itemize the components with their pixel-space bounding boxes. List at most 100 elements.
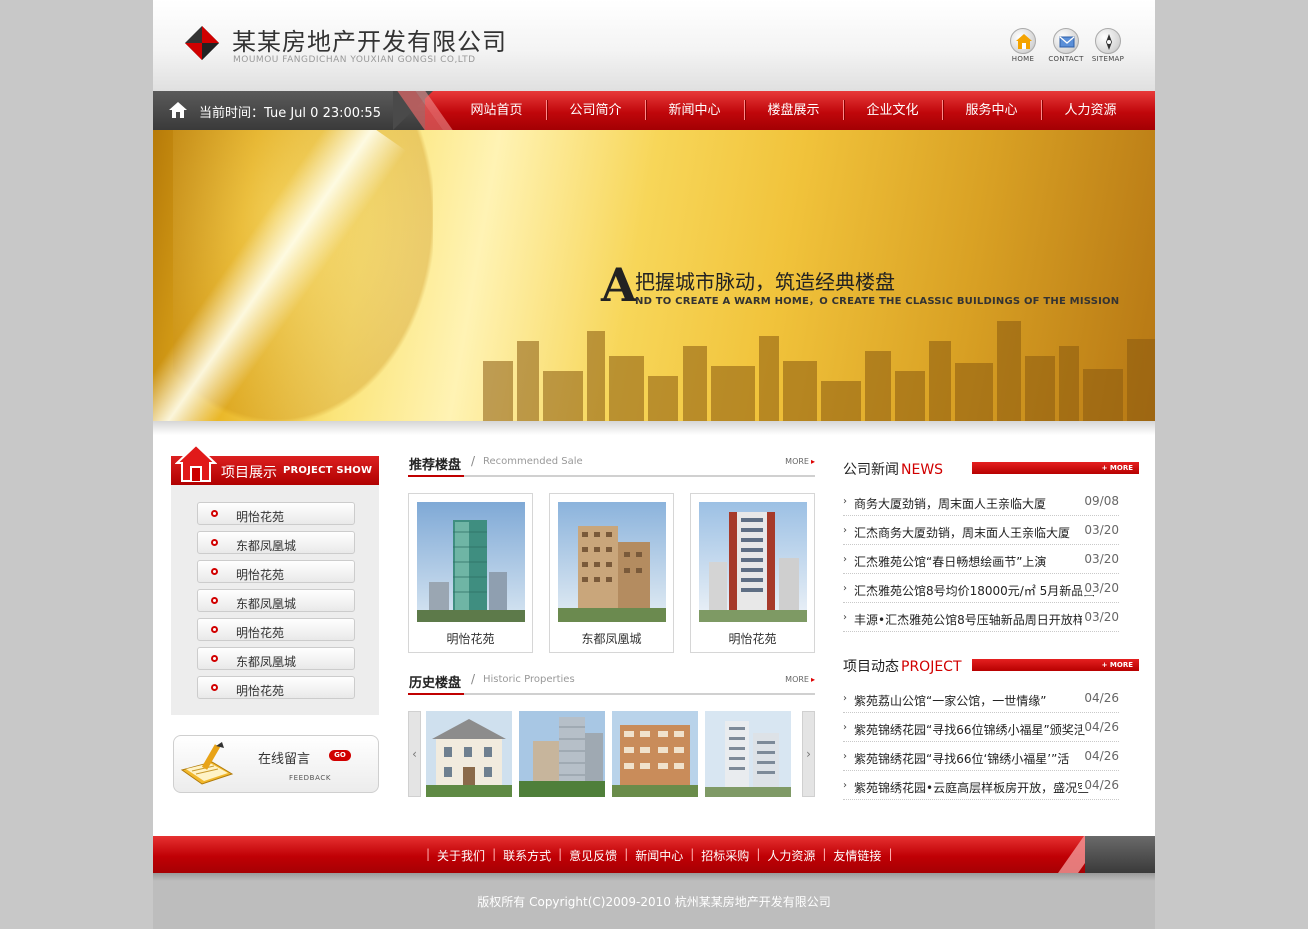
home-link[interactable]: HOME: [1003, 28, 1043, 63]
news-header: 公司新闻 NEWS + MORE: [843, 455, 1140, 481]
news-more-link[interactable]: + MORE: [1102, 462, 1133, 474]
project-item-label: 东都凤凰城: [236, 539, 297, 553]
carousel-next-button[interactable]: ›: [802, 711, 815, 797]
arrow-right-icon: ›: [843, 554, 847, 565]
contact-label: CONTACT: [1048, 55, 1084, 63]
arrow-right-icon: ›: [843, 612, 847, 623]
feedback-button[interactable]: 在线留言 GO FEEDBACK: [173, 735, 379, 793]
footer-shadow: [153, 873, 1155, 881]
property-photo: [699, 502, 807, 622]
footer-link-contact[interactable]: 联系方式: [503, 847, 551, 864]
footer-separator: |: [888, 847, 893, 861]
news-item-title: 丰源•汇杰雅苑公馆8号压轴新品周日开放样: [854, 613, 1085, 627]
project-news-list: › 紫苑荔山公馆“一家公馆，一世情缘” 04/26 › 紫苑锦绣花园“寻找66位锦绣小…: [843, 684, 1140, 800]
footer-link-about[interactable]: 关于我们: [437, 847, 485, 864]
page: 某某房地产开发有限公司 MOUMOU FANGDICHAN YOUXIAN GO…: [153, 0, 1155, 929]
recommended-list: 明怡花苑 东都凤凰城 明怡花苑: [408, 493, 815, 653]
go-badge: GO: [329, 750, 351, 761]
nav-service[interactable]: 服务中心: [942, 91, 1041, 130]
city-skyline: [483, 321, 1155, 421]
project-news-item[interactable]: › 紫苑锦绣花园“寻找66位‘锦绣小福星’”活 04/26: [843, 742, 1119, 771]
recommended-title: 推荐楼盘: [409, 458, 462, 473]
project-item-label: 东都凤凰城: [236, 597, 297, 611]
contact-link[interactable]: CONTACT: [1046, 28, 1086, 63]
project-item[interactable]: 明怡花苑: [197, 676, 355, 699]
project-item[interactable]: 明怡花苑: [197, 560, 355, 583]
mail-icon: [1053, 28, 1079, 54]
nav-about[interactable]: 公司简介: [546, 91, 645, 130]
sitemap-label: SITEMAP: [1091, 55, 1125, 63]
recommended-header: 推荐楼盘 / Recommended Sale MORE ▸: [408, 450, 815, 477]
right-sidebar: 公司新闻 NEWS + MORE › 商务大厦劲销，周末面人王亲临大厦 09/08 ›…: [843, 455, 1140, 800]
project-news-item-date: 04/26: [1082, 720, 1119, 734]
time-panel: 当前时间：Tue Jul 0 23:00:55: [153, 91, 425, 130]
news-item[interactable]: › 丰源•汇杰雅苑公馆8号压轴新品周日开放样 03/20: [843, 603, 1119, 632]
project-news-more-link[interactable]: + MORE: [1102, 659, 1133, 671]
footer-link-tender[interactable]: 招标采购: [701, 847, 749, 864]
project-item[interactable]: 东都凤凰城: [197, 531, 355, 554]
nav-culture[interactable]: 企业文化: [843, 91, 942, 130]
home-label: HOME: [1011, 55, 1035, 63]
project-news-item-date: 04/26: [1082, 778, 1119, 792]
company-name[interactable]: 某某房地产开发有限公司: [232, 22, 507, 57]
footer-separator: |: [756, 847, 761, 861]
title-separator: /: [471, 672, 476, 686]
sitemap-link[interactable]: SITEMAP: [1088, 28, 1128, 63]
nav-hr[interactable]: 人力资源: [1041, 91, 1140, 130]
header-accent: [408, 475, 464, 477]
arrow-right-icon: ▸: [810, 675, 815, 684]
project-news-item-title: 紫苑锦绣花园“寻找66位‘锦绣小福星’”活: [854, 752, 1070, 766]
news-item[interactable]: › 汇杰雅苑公馆8号均价18000元/㎡ 5月新品面 03/20: [843, 574, 1119, 603]
project-news-item[interactable]: › 紫苑荔山公馆“一家公馆，一世情缘” 04/26: [843, 684, 1119, 713]
property-name: 明怡花苑: [728, 632, 777, 646]
news-item[interactable]: › 商务大厦劲销，周末面人王亲临大厦 09/08: [843, 487, 1119, 516]
historic-photo[interactable]: [426, 711, 512, 797]
bullet-icon: [211, 597, 218, 604]
historic-photo[interactable]: [612, 711, 698, 797]
nav-properties[interactable]: 楼盘展示: [744, 91, 843, 130]
arrow-right-icon: ›: [843, 496, 847, 507]
logo-icon[interactable]: [185, 26, 219, 60]
property-card[interactable]: 东都凤凰城: [549, 493, 674, 653]
project-item[interactable]: 明怡花苑: [197, 618, 355, 641]
news-list: › 商务大厦劲销，周末面人王亲临大厦 09/08 › 汇杰商务大厦劲销，周末面人王亲临…: [843, 487, 1140, 632]
hero-banner: A 把握城市脉动，筑造经典楼盘 ND TO CREATE A WARM HOME…: [153, 130, 1155, 421]
project-item[interactable]: 明怡花苑: [197, 502, 355, 525]
news-item-title: 汇杰商务大厦劲销，周末面人王亲临大厦: [854, 526, 1071, 540]
project-news-item[interactable]: › 紫苑锦绣花园•云庭高层样板房开放，盛况空 04/26: [843, 771, 1119, 800]
footer-separator: |: [822, 847, 827, 861]
recommended-more-link[interactable]: MORE ▸: [785, 457, 815, 466]
carousel-prev-button[interactable]: ‹: [408, 711, 421, 797]
project-show-title-en: PROJECT SHOW: [283, 465, 373, 476]
footer-corner: [1085, 836, 1155, 873]
project-item[interactable]: 东都凤凰城: [197, 589, 355, 612]
news-item-title: 商务大厦劲销，周末面人王亲临大厦: [854, 497, 1047, 511]
historic-more-link[interactable]: MORE ▸: [785, 675, 815, 684]
footer-link-hr[interactable]: 人力资源: [767, 847, 815, 864]
property-card[interactable]: 明怡花苑: [690, 493, 815, 653]
bullet-icon: [211, 568, 218, 575]
footer-link-news[interactable]: 新闻中心: [635, 847, 683, 864]
property-card[interactable]: 明怡花苑: [408, 493, 533, 653]
project-show-title: 项目展示: [221, 465, 277, 481]
project-list: 明怡花苑 东都凤凰城 明怡花苑 东都凤凰城 明怡花苑 东都凤凰城 明怡花苑: [171, 485, 379, 715]
property-name: 东都凤凰城: [581, 632, 642, 646]
pencil-note-icon: [180, 742, 234, 785]
historic-photo[interactable]: [705, 711, 791, 797]
feedback-title-en: FEEDBACK: [289, 774, 332, 782]
news-item[interactable]: › 汇杰商务大厦劲销，周末面人王亲临大厦 03/20: [843, 516, 1119, 545]
house-icon: [175, 443, 217, 482]
historic-photo[interactable]: [519, 711, 605, 797]
news-item[interactable]: › 汇杰雅苑公馆“春日畅想绘画节”上演 03/20: [843, 545, 1119, 574]
project-news-item[interactable]: › 紫苑锦绣花园“寻找66位锦绣小福星”颁奖活 04/26: [843, 713, 1119, 742]
time-label: 当前时间：: [199, 106, 265, 121]
project-item-label: 明怡花苑: [236, 510, 285, 524]
project-item[interactable]: 东都凤凰城: [197, 647, 355, 670]
nav-home[interactable]: 网站首页: [447, 91, 546, 130]
footer-link-feedback[interactable]: 意见反馈: [569, 847, 617, 864]
property-name: 明怡花苑: [446, 632, 495, 646]
arrow-right-icon: ▸: [810, 457, 815, 466]
footer-link-friends[interactable]: 友情链接: [833, 847, 881, 864]
historic-title: 历史楼盘: [409, 676, 462, 691]
nav-news[interactable]: 新闻中心: [645, 91, 744, 130]
